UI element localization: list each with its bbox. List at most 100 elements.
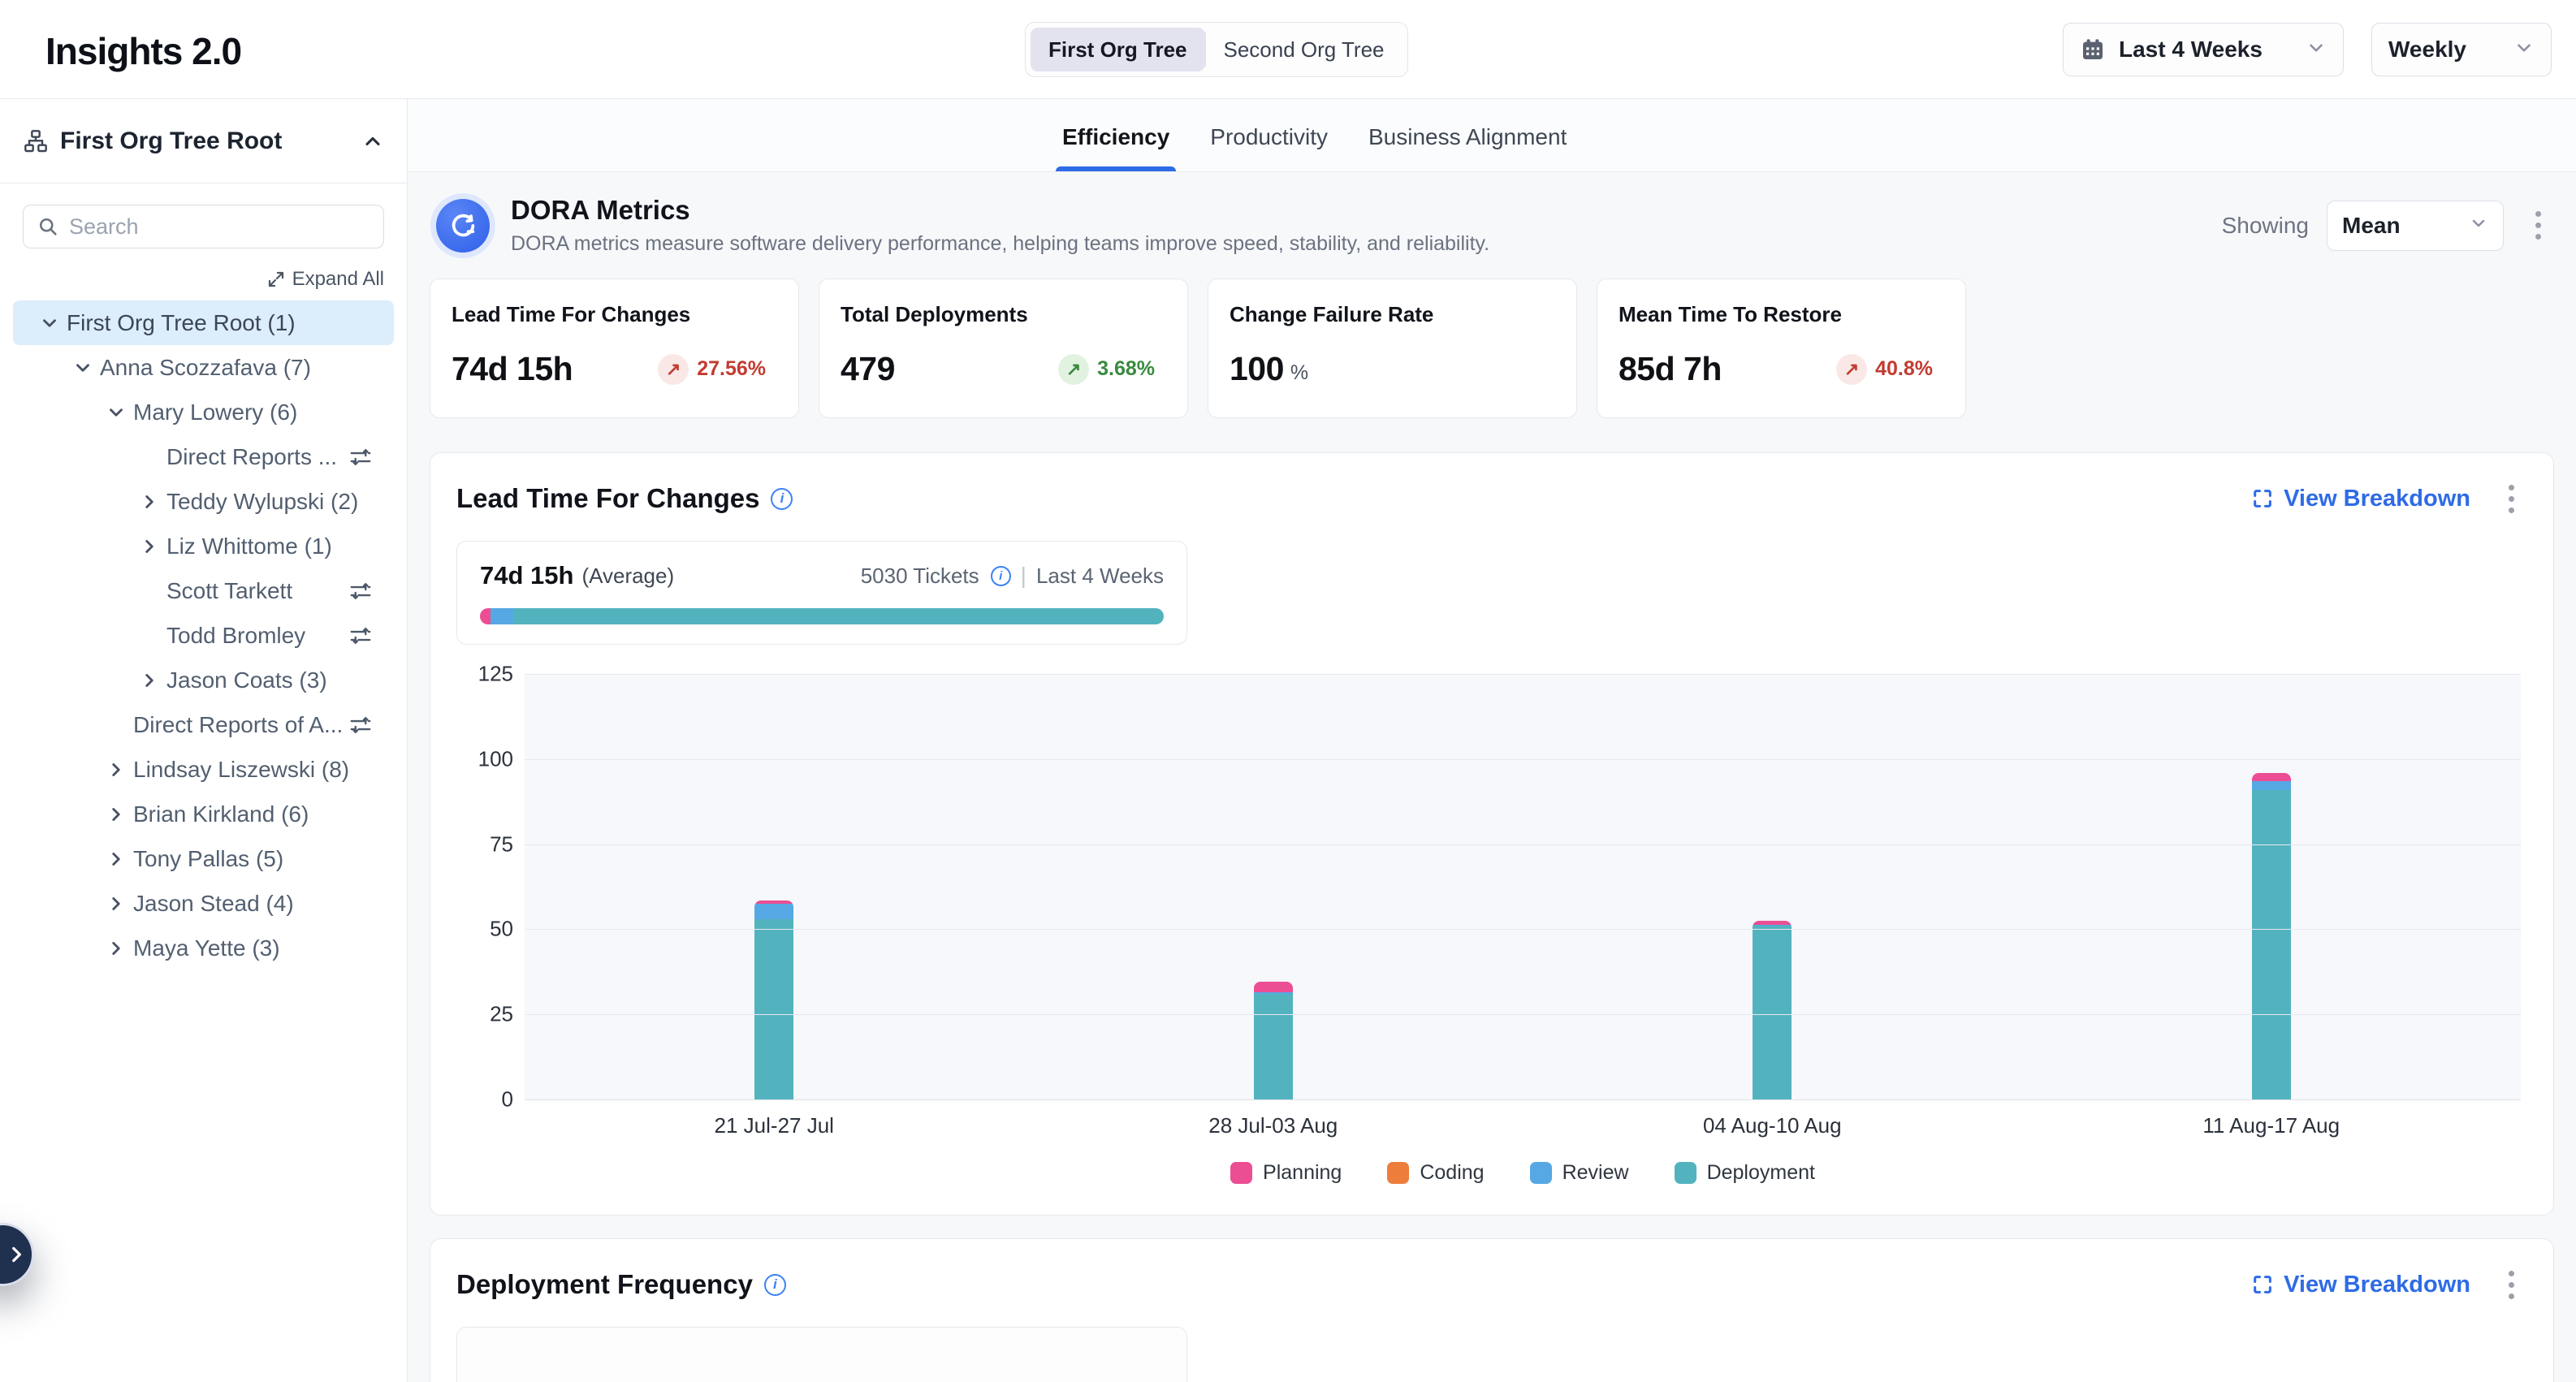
gridline bbox=[525, 759, 2521, 760]
tree-node[interactable]: Maya Yette (3) bbox=[13, 926, 394, 970]
chevron-right-icon[interactable] bbox=[104, 758, 128, 782]
legend-swatch bbox=[1675, 1162, 1696, 1184]
aggregation-select[interactable]: Mean bbox=[2327, 201, 2504, 251]
legend-item[interactable]: Deployment bbox=[1675, 1161, 1815, 1185]
deployment-kebab-menu[interactable] bbox=[2495, 1263, 2527, 1306]
tree-node[interactable]: Brian Kirkland (6) bbox=[13, 792, 394, 836]
org-toggle-option[interactable]: First Org Tree bbox=[1031, 28, 1205, 71]
legend-item[interactable]: Coding bbox=[1387, 1161, 1484, 1185]
metric-value: 85d 7h bbox=[1619, 350, 1722, 388]
stacked-bar[interactable] bbox=[2252, 773, 2291, 1099]
tree-node[interactable]: Mary Lowery (6) bbox=[13, 390, 394, 434]
tree-node[interactable]: Liz Whittome (1) bbox=[13, 524, 394, 568]
tree-node-label: Tony Pallas (5) bbox=[133, 846, 283, 872]
legend-label: Coding bbox=[1420, 1161, 1484, 1185]
tree-node[interactable]: Direct Reports ... bbox=[13, 434, 394, 479]
chevron-spacer bbox=[137, 624, 162, 648]
info-icon[interactable]: i bbox=[771, 488, 793, 510]
tree-node-label: Jason Stead (4) bbox=[133, 891, 294, 917]
tree-node-label: Mary Lowery (6) bbox=[133, 399, 297, 425]
summary-qualifier: (Average) bbox=[581, 564, 674, 589]
tree-node-label: First Org Tree Root (1) bbox=[67, 310, 296, 336]
chevron-right-icon[interactable] bbox=[137, 534, 162, 559]
y-axis-tick-label: 0 bbox=[456, 1087, 513, 1112]
legend-label: Planning bbox=[1263, 1161, 1342, 1185]
chevron-right-icon[interactable] bbox=[104, 802, 128, 827]
dora-kebab-menu[interactable] bbox=[2522, 205, 2554, 247]
chart-column bbox=[525, 674, 1024, 1099]
gridline bbox=[525, 1014, 2521, 1015]
lead-time-kebab-menu[interactable] bbox=[2495, 477, 2527, 520]
metric-value-row: 100% bbox=[1230, 350, 1555, 388]
stacked-bar[interactable] bbox=[1254, 982, 1293, 1099]
tree-node[interactable]: Jason Stead (4) bbox=[13, 881, 394, 926]
chevron-spacer bbox=[137, 579, 162, 603]
bar-segment-review bbox=[754, 904, 793, 919]
tree-node-label: Maya Yette (3) bbox=[133, 935, 280, 961]
stacked-bar[interactable] bbox=[1753, 921, 1792, 1099]
chevron-right-icon[interactable] bbox=[137, 490, 162, 514]
tab-efficiency[interactable]: Efficiency bbox=[1056, 124, 1176, 171]
x-axis-tick-label: 28 Jul-03 Aug bbox=[1024, 1113, 1524, 1138]
tree-node[interactable]: Todd Bromley bbox=[13, 613, 394, 658]
aggregation-value: Mean bbox=[2342, 213, 2401, 239]
collapse-chevron-up-icon[interactable] bbox=[361, 130, 384, 153]
tree-node[interactable]: Direct Reports of A... bbox=[13, 702, 394, 747]
legend-item[interactable]: Review bbox=[1530, 1161, 1629, 1185]
tab-productivity[interactable]: Productivity bbox=[1204, 124, 1334, 171]
chevron-right-icon[interactable] bbox=[104, 847, 128, 871]
metric-card: Mean Time To Restore 85d 7h ↗40.8% bbox=[1597, 279, 1966, 418]
lead-time-title: Lead Time For Changes bbox=[456, 483, 759, 514]
filter-sliders-icon[interactable] bbox=[348, 579, 373, 603]
chevron-right-icon[interactable] bbox=[104, 936, 128, 961]
view-breakdown-link[interactable]: View Breakdown bbox=[2251, 486, 2470, 512]
x-axis-tick-label: 11 Aug-17 Aug bbox=[2022, 1113, 2522, 1138]
chevron-down-icon bbox=[2306, 37, 2327, 63]
info-icon[interactable]: i bbox=[764, 1274, 786, 1296]
bar-segment-planning bbox=[1254, 982, 1293, 992]
tree-node[interactable]: First Org Tree Root (1) bbox=[13, 300, 394, 345]
org-toggle-option[interactable]: Second Org Tree bbox=[1206, 28, 1403, 71]
bar-segment-planning bbox=[2252, 773, 2291, 780]
trend-badge: ↗40.8% bbox=[1836, 354, 1933, 385]
search-icon bbox=[37, 215, 59, 238]
deployment-frequency-title: Deployment Frequency bbox=[456, 1269, 753, 1300]
chevron-down-icon[interactable] bbox=[37, 311, 62, 335]
filter-sliders-icon[interactable] bbox=[348, 445, 373, 469]
legend-item[interactable]: Planning bbox=[1230, 1161, 1342, 1185]
chart-x-labels: 21 Jul-27 Jul28 Jul-03 Aug04 Aug-10 Aug1… bbox=[525, 1099, 2521, 1151]
metric-label: Lead Time For Changes bbox=[452, 302, 777, 327]
tree-node[interactable]: Teddy Wylupski (2) bbox=[13, 479, 394, 524]
chevron-down-icon[interactable] bbox=[71, 356, 95, 380]
legend-swatch bbox=[1387, 1162, 1409, 1184]
gridline bbox=[525, 674, 2521, 675]
date-range-select[interactable]: Last 4 Weeks bbox=[2063, 23, 2344, 76]
tree-node[interactable]: Lindsay Liszewski (8) bbox=[13, 747, 394, 792]
chart-plot-area bbox=[525, 674, 2521, 1099]
tree-node[interactable]: Anna Scozzafava (7) bbox=[13, 345, 394, 390]
chevron-down-icon[interactable] bbox=[104, 400, 128, 425]
tree-node[interactable]: Jason Coats (3) bbox=[13, 658, 394, 702]
tree-node[interactable]: Scott Tarkett bbox=[13, 568, 394, 613]
search-input[interactable] bbox=[69, 214, 370, 240]
sidebar-search[interactable] bbox=[23, 205, 384, 248]
main-area: Efficiency Productivity Business Alignment… bbox=[408, 99, 2576, 1382]
summary-tickets: 5030 Tickets bbox=[861, 564, 979, 589]
stacked-bar[interactable] bbox=[754, 900, 793, 1099]
tree-node[interactable]: Tony Pallas (5) bbox=[13, 836, 394, 881]
tab-business-alignment[interactable]: Business Alignment bbox=[1362, 124, 1573, 171]
lead-time-summary-card: 74d 15h (Average) 5030 Tickets i | Last … bbox=[456, 541, 1187, 645]
sidebar-root-label: First Org Tree Root bbox=[60, 127, 350, 155]
app-title: Insights 2.0 bbox=[45, 29, 241, 73]
filter-sliders-icon[interactable] bbox=[348, 624, 373, 648]
dora-metrics-header: DORA Metrics DORA metrics measure softwa… bbox=[430, 195, 2554, 256]
metric-label: Mean Time To Restore bbox=[1619, 302, 1944, 327]
granularity-select[interactable]: Weekly bbox=[2371, 23, 2552, 76]
chevron-right-icon[interactable] bbox=[104, 892, 128, 916]
view-breakdown-link[interactable]: View Breakdown bbox=[2251, 1272, 2470, 1298]
chevron-right-icon[interactable] bbox=[137, 668, 162, 693]
filter-sliders-icon[interactable] bbox=[348, 713, 373, 737]
metric-value: 479 bbox=[841, 350, 895, 388]
info-icon[interactable]: i bbox=[991, 566, 1011, 586]
expand-all-link[interactable]: Expand All bbox=[266, 268, 384, 291]
